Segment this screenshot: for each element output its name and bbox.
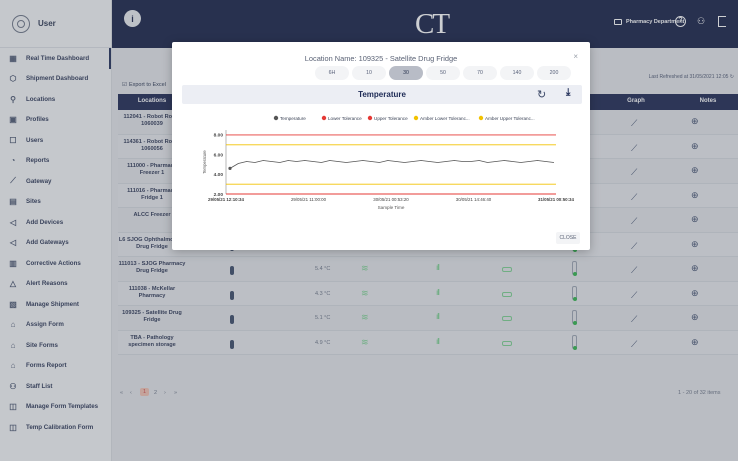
- download-icon[interactable]: ⤓: [566, 87, 570, 98]
- y-tick-label: 6.00: [214, 152, 224, 158]
- x-axis-label: Sample Time: [378, 205, 405, 210]
- chart-svg: Temperature Lower Tolerance Upper Toleranc…: [202, 115, 574, 210]
- legend-marker: [321, 115, 327, 121]
- range-button-70[interactable]: 70: [463, 66, 497, 80]
- x-tick-label: 30/05/21 14:46:40: [456, 197, 492, 202]
- range-button-6h[interactable]: 6H: [315, 66, 349, 80]
- legend-marker: [413, 115, 419, 121]
- x-tick-label: 30/05/21 00:53:20: [373, 197, 409, 202]
- temperature-start-point: [228, 166, 232, 170]
- range-button-50[interactable]: 50: [426, 66, 460, 80]
- graph-modal: Location Name: 109325 - Satellite Drug F…: [172, 42, 590, 250]
- range-button-30[interactable]: 30: [389, 66, 423, 80]
- y-tick-label: 4.00: [214, 172, 224, 178]
- legend-label: Upper Tolerance: [374, 116, 408, 121]
- range-selector: 6H 10 30 50 70 140 200: [315, 66, 574, 81]
- legend-label: Lower Tolerance: [328, 116, 362, 121]
- y-axis-label: Temperature: [202, 150, 207, 174]
- legend-label: Amber Upper Toleranc...: [485, 116, 535, 121]
- temperature-chart: Temperature Lower Tolerance Upper Toleranc…: [184, 114, 582, 224]
- legend-marker: [367, 115, 373, 121]
- legend-label: Temperature: [280, 116, 306, 121]
- legend-marker: [273, 115, 279, 121]
- x-tick-label: 29/05/21 11:00:00: [291, 197, 327, 202]
- legend-marker: [478, 115, 484, 121]
- temperature-line: [229, 160, 555, 169]
- chart-header: Temperature ↻ ⤓: [182, 85, 582, 104]
- x-tick-label: 31/05/21 00:50:34: [538, 197, 574, 202]
- y-tick-label: 8.00: [214, 133, 224, 139]
- x-tick-label: 29/05/21 12:10:34: [208, 197, 244, 202]
- range-button-140[interactable]: 140: [500, 66, 534, 80]
- close-icon[interactable]: ×: [573, 52, 578, 61]
- close-button[interactable]: CLOSE: [556, 232, 580, 244]
- range-button-10[interactable]: 10: [352, 66, 386, 80]
- chart-title: Temperature: [358, 90, 406, 99]
- modal-title: Location Name: 109325 - Satellite Drug F…: [304, 54, 458, 63]
- legend-label: Amber Lower Toleranc...: [420, 116, 470, 121]
- range-button-200[interactable]: 200: [537, 66, 571, 80]
- refresh-icon[interactable]: ↻: [537, 88, 546, 101]
